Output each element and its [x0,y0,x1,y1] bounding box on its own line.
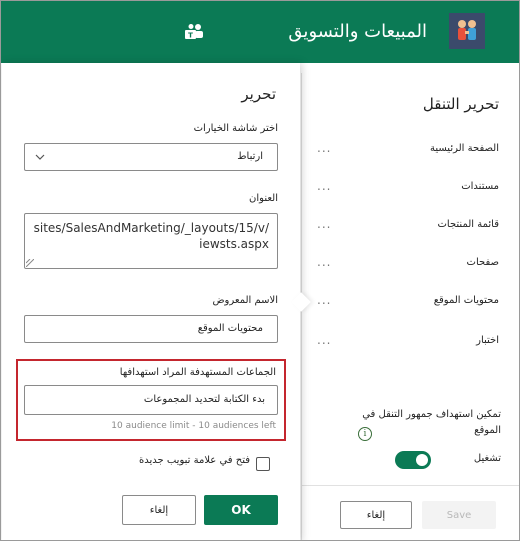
audience-placeholder: بدء الكتابة لتحديد المجموعات [143,394,265,405]
audience-targeting-text: تمكين استهداف جمهور التنقل في الموقع [362,409,501,436]
audience-limit-text: 10 audience limit - 10 audiences left [111,421,276,431]
choose-option-label: اختر شاشة الخيارات [193,123,278,134]
nav-item-label: مستندات [461,181,499,192]
more-options-icon[interactable]: ... [317,179,331,193]
open-new-tab-checkbox[interactable] [256,457,270,471]
ok-button[interactable]: OK [204,495,278,525]
teams-icon[interactable]: T [183,23,205,41]
display-name-value: محتويات الموقع [197,323,263,334]
nav-cancel-button[interactable]: إلغاء [340,501,412,529]
svg-text:T: T [188,32,193,40]
nav-item-label: صفحات [466,257,499,268]
site-header: T المبيعات والتسويق [1,1,519,63]
open-new-tab-label: فتح في علامة تبويب جديدة [138,455,250,466]
nav-item[interactable]: مستندات ... [317,179,499,201]
info-icon[interactable]: i [358,427,372,441]
cancel-button[interactable]: إلغاء [122,495,196,525]
link-type-dropdown[interactable]: ارتباط [24,143,278,171]
divider [302,485,519,486]
nav-item-label: الصفحة الرئيسية [430,143,499,154]
more-options-icon[interactable]: ... [317,141,331,155]
edit-panel-title: تحرير [241,85,276,103]
more-options-icon[interactable]: ... [317,333,331,347]
resize-handle-icon[interactable] [26,259,34,267]
toggle-knob [416,454,428,466]
edit-navigation-panel: تحرير التنقل الصفحة الرئيسية ... مستندات… [301,73,519,540]
nav-save-button[interactable]: Save [422,501,496,529]
display-name-input[interactable]: محتويات الموقع [24,315,278,343]
more-options-icon[interactable]: ... [317,217,331,231]
toggle-label: تشغيل [473,453,501,464]
audience-targeting-toggle[interactable] [395,451,431,469]
dropdown-value: ارتباط [237,151,263,162]
app-frame: T المبيعات والتسويق تحرير التنقل الصفحة … [0,0,520,541]
nav-item[interactable]: اختبار ... [317,333,499,355]
audience-label: الجماعات المستهدفة المراد استهدافها [119,367,276,378]
nav-item[interactable]: صفحات ... [317,255,499,277]
nav-item[interactable]: قائمة المنتجات ... [317,217,500,239]
more-options-icon[interactable]: ... [317,255,331,269]
nav-item-label: اختبار [476,335,499,346]
nav-panel-title: تحرير التنقل [422,95,499,113]
nav-item-label: قائمة المنتجات [437,219,500,230]
site-title[interactable]: المبيعات والتسويق [288,21,427,42]
address-textarea[interactable]: /sites/SalesAndMarketing/_layouts/15/vie… [24,213,278,269]
nav-item[interactable]: الصفحة الرئيسية ... [317,141,499,163]
audience-toggle-row: تشغيل [351,451,501,471]
edit-link-panel: تحرير اختر شاشة الخيارات ارتباط العنوان … [2,63,311,540]
audience-picker-input[interactable]: بدء الكتابة لتحديد المجموعات [24,385,278,415]
audience-targeting-highlight: الجماعات المستهدفة المراد استهدافها بدء … [16,359,286,441]
nav-item[interactable]: محتويات الموقع ... [317,293,499,315]
address-label: العنوان [249,193,278,204]
display-name-label: الاسم المعروض [212,295,278,306]
more-options-icon[interactable]: ... [317,293,331,307]
chevron-down-icon [35,154,45,160]
nav-item-label: محتويات الموقع [433,295,499,306]
site-logo-people-icon[interactable] [449,13,485,49]
